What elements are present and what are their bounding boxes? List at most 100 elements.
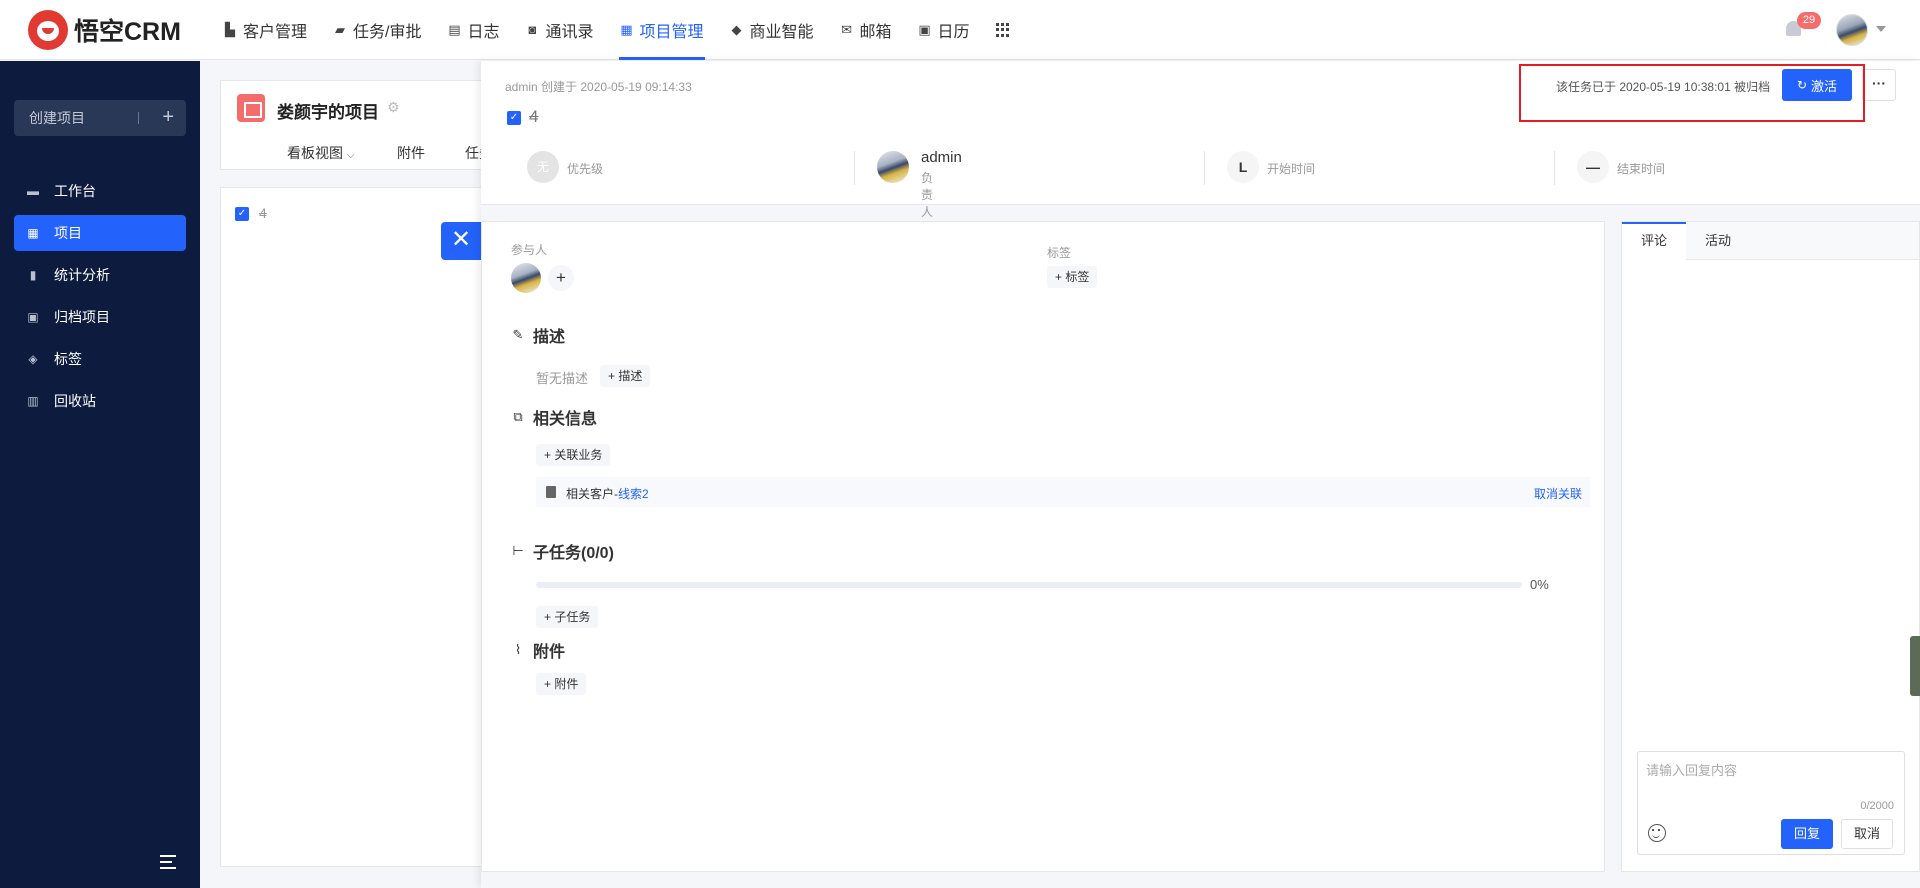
sidebar-item-projects[interactable]: ▦ 项目: [14, 215, 186, 251]
start-time-icon: L: [1227, 151, 1259, 183]
more-options-button[interactable]: ···: [1862, 69, 1896, 101]
nav-label: 商业智能: [749, 24, 814, 41]
nav-item-logs[interactable]: ▤ 日志: [434, 0, 512, 60]
building-icon: [546, 486, 556, 498]
add-subtask-button[interactable]: + 子任务: [536, 606, 599, 628]
subtask-tree-icon: ⊢: [512, 543, 524, 558]
emoji-icon[interactable]: [1648, 824, 1666, 842]
comment-tabs: 评论 活动: [1622, 222, 1919, 260]
add-participant-button[interactable]: +: [548, 265, 574, 291]
collapse-menu-icon[interactable]: [160, 855, 180, 869]
related-item-text: 相关客户-线索2: [566, 485, 649, 502]
progress-percent: 0%: [1530, 577, 1549, 592]
kanban-task-name[interactable]: 4: [259, 205, 267, 221]
owner-avatar: [877, 151, 909, 183]
sidebar-item-statistics[interactable]: ▮ 统计分析: [14, 257, 186, 293]
plus-icon[interactable]: +: [162, 106, 174, 128]
no-description-text: 暂无描述: [536, 371, 589, 386]
top-navbar: 悟空CRM ▙ 客户管理 ▰ 任务/审批 ▤ 日志 ◙ 通讯录 ▦ 项目管理 ◆ 商业智能 …: [0, 0, 1920, 60]
nav-item-contacts[interactable]: ◙ 通讯录: [512, 0, 606, 60]
notebook-icon: ▤: [448, 22, 461, 37]
reply-input[interactable]: [1646, 760, 1896, 800]
gear-icon[interactable]: ⚙: [387, 99, 400, 116]
tab-activity[interactable]: 活动: [1686, 222, 1750, 260]
sidebar: 创建项目 + ▬ 工作台 ▦ 项目 ▮ 统计分析 ▣ 归档项目 ◈ 标签 ▥ 回收站: [0, 61, 200, 888]
nav-item-customers[interactable]: ▙ 客户管理: [210, 0, 320, 60]
link-business-button[interactable]: + 关联业务: [536, 444, 611, 466]
attachment-section-title: ⌇ 附件: [511, 638, 565, 662]
archive-icon: ▣: [27, 310, 39, 324]
logo-text: 悟空CRM: [74, 18, 181, 46]
trash-icon: ▥: [27, 394, 39, 408]
link-icon: ⧉: [513, 409, 523, 424]
section-title-text: 描述: [533, 329, 566, 346]
app-logo[interactable]: 悟空CRM: [28, 10, 181, 50]
project-header: 娄颜宇的项目 ⚙ 看板视图 ⌵ 附件 任务: [220, 80, 510, 170]
checkbox-checked[interactable]: ✓: [235, 207, 249, 221]
end-time-icon: —: [1577, 151, 1609, 183]
caret-down-icon[interactable]: [1876, 26, 1886, 32]
add-attachment-button[interactable]: + 附件: [536, 673, 587, 695]
end-time-label: 结束时间: [1617, 162, 1666, 176]
mail-icon: ✉: [841, 22, 852, 37]
nav-item-apps[interactable]: [983, 0, 1023, 60]
divider: [1554, 151, 1555, 185]
subtask-section-title: ⊢ 子任务(0/0): [511, 539, 614, 563]
task-detail-drawer: admin 创建于 2020-05-19 09:14:33 ✓ 4 该任务已于 …: [481, 61, 1920, 888]
sidebar-item-label: 统计分析: [54, 267, 110, 283]
create-project-button[interactable]: 创建项目 +: [14, 100, 186, 136]
related-prefix: 相关客户-: [566, 487, 618, 501]
nav-label: 通讯录: [545, 24, 594, 41]
add-tag-button[interactable]: + 标签: [1047, 266, 1098, 288]
char-counter: 0/2000: [1860, 800, 1894, 812]
sidebar-item-trash[interactable]: ▥ 回收站: [14, 383, 186, 419]
priority-label: 优先级: [567, 162, 604, 176]
tab-board-view[interactable]: 看板视图 ⌵: [287, 143, 354, 163]
nav-label: 任务/审批: [353, 24, 422, 41]
divider: [854, 151, 855, 185]
edit-icon: ✎: [512, 327, 524, 342]
add-description-button[interactable]: + 描述: [600, 365, 651, 387]
nav-item-calendar[interactable]: ▣ 日历: [905, 0, 983, 60]
sidebar-item-label: 标签: [54, 351, 82, 367]
sidebar-item-tags[interactable]: ◈ 标签: [14, 341, 186, 377]
divider: [138, 112, 139, 124]
tab-comments[interactable]: 评论: [1622, 222, 1686, 260]
paperclip-icon: ⌇: [514, 642, 522, 657]
chart-icon: ◆: [731, 22, 742, 37]
nav-item-projects[interactable]: ▦ 项目管理: [607, 0, 717, 60]
reply-button[interactable]: 回复: [1781, 819, 1833, 849]
nav-item-mail[interactable]: ✉ 邮箱: [827, 0, 905, 60]
monkey-logo-icon: [28, 10, 68, 50]
kanban-board: ✓ 4: [220, 187, 510, 867]
sidebar-item-archived[interactable]: ▣ 归档项目: [14, 299, 186, 335]
priority-badge: 无: [527, 151, 559, 183]
tab-attachments[interactable]: 附件: [397, 143, 425, 163]
subtask-progress-bar: [536, 582, 1522, 588]
nav-label: 客户管理: [243, 24, 308, 41]
close-drawer-button[interactable]: ✕: [441, 222, 481, 260]
nav-item-tasks[interactable]: ▰ 任务/审批: [320, 0, 434, 60]
tab-label: 看板视图: [287, 145, 343, 161]
tags-label: 标签: [1047, 246, 1072, 260]
task-complete-checkbox[interactable]: ✓: [507, 111, 521, 125]
sidebar-item-workbench[interactable]: ▬ 工作台: [14, 173, 186, 209]
nav-label: 日历: [937, 24, 970, 41]
sidebar-item-label: 归档项目: [54, 309, 110, 325]
grid-icon: [995, 23, 1010, 37]
chevron-down-icon: ⌵: [346, 150, 355, 161]
close-icon: ✕: [450, 226, 472, 253]
nav-item-bi[interactable]: ◆ 商业智能: [717, 0, 827, 60]
related-link[interactable]: 线索2: [618, 487, 649, 501]
reply-box: 0/2000 回复 取消: [1637, 751, 1905, 855]
tags-icon: ◈: [28, 352, 38, 366]
participant-avatar[interactable]: [511, 263, 541, 293]
description-section-title: ✎ 描述: [511, 323, 565, 347]
side-scroll-handle[interactable]: [1910, 636, 1920, 696]
unlink-button[interactable]: 取消关联: [1534, 485, 1582, 502]
task-title[interactable]: 4: [529, 107, 538, 127]
owner-role-label: 负责人: [921, 171, 934, 219]
notifications-button[interactable]: 29: [1784, 12, 1821, 40]
cancel-button[interactable]: 取消: [1841, 819, 1893, 849]
user-avatar[interactable]: [1836, 14, 1868, 46]
